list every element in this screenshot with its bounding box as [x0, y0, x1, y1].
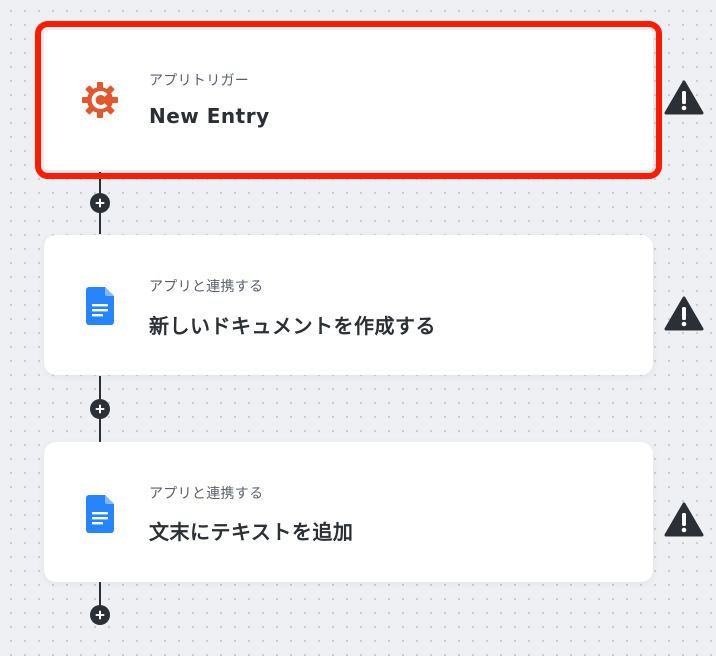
flow-step-card[interactable]: [44, 442, 653, 582]
flow-canvas: アプリトリガー New Entry アプリと連携する 新しいドキュメントを作成す…: [0, 0, 716, 656]
plus-icon: [95, 404, 105, 414]
warning-icon[interactable]: [664, 296, 704, 332]
plus-icon: [95, 610, 105, 620]
google-docs-icon: [78, 492, 122, 536]
warning-icon[interactable]: [664, 80, 704, 116]
flow-step-trigger-card[interactable]: [35, 21, 662, 179]
plus-icon: [95, 198, 105, 208]
step-subtitle: アプリと連携する: [149, 279, 264, 295]
step-title: 新しいドキュメントを作成する: [149, 314, 436, 338]
warning-icon[interactable]: [664, 502, 704, 538]
flow-step-card[interactable]: [44, 235, 653, 375]
add-step-button[interactable]: [90, 193, 110, 213]
step-subtitle: アプリトリガー: [149, 73, 250, 89]
step-title: 文末にテキストを追加: [149, 520, 354, 544]
step-title: New Entry: [149, 104, 270, 128]
google-docs-icon: [78, 284, 122, 328]
step-subtitle: アプリと連携する: [149, 486, 264, 502]
add-step-button[interactable]: [90, 399, 110, 419]
gear-c-icon: [78, 78, 122, 122]
add-step-button[interactable]: [90, 605, 110, 625]
